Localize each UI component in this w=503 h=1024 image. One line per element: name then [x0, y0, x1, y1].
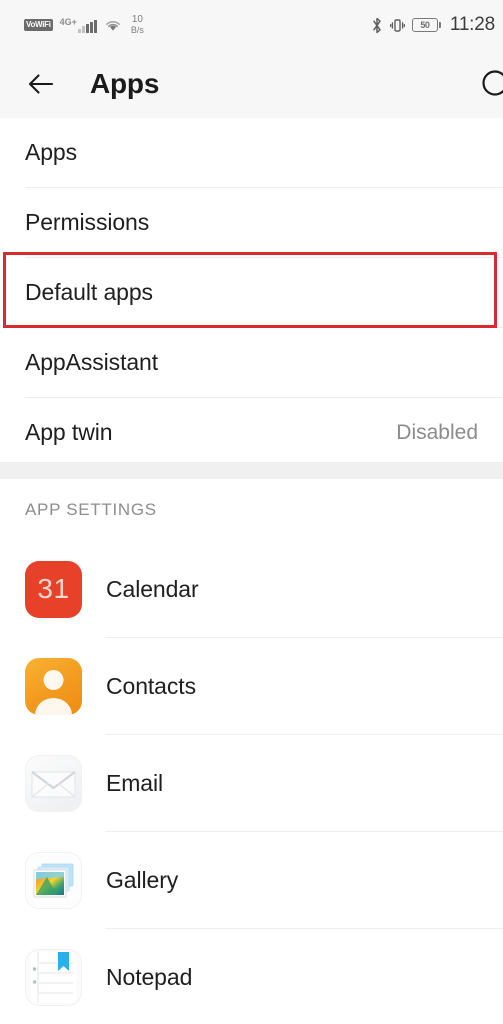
- app-bar: Apps: [0, 50, 503, 118]
- data-rate-unit: B/s: [130, 25, 144, 35]
- wifi-icon: [104, 18, 122, 32]
- section-separator: [0, 462, 503, 479]
- settings-row-appassistant[interactable]: AppAssistant: [0, 328, 503, 397]
- data-rate-value: 10: [131, 14, 143, 25]
- page-title: Apps: [90, 68, 160, 99]
- network-type-label: 4G+: [59, 16, 77, 27]
- app-row-calendar[interactable]: 31 Calendar: [0, 541, 503, 637]
- app-row-label: Gallery: [106, 866, 179, 893]
- settings-row-default-apps[interactable]: Default apps: [0, 258, 503, 327]
- app-row-label: Notepad: [106, 963, 193, 990]
- contacts-icon: [25, 657, 82, 715]
- bluetooth-icon: [371, 17, 383, 34]
- settings-row-label: Permissions: [25, 209, 150, 235]
- settings-row-app-twin[interactable]: App twin Disabled: [0, 398, 503, 467]
- settings-row-label: Default apps: [25, 279, 153, 305]
- status-bar: VoWiFi 4G+ 10 B/s 50 11:28: [0, 0, 503, 50]
- app-settings-list: 31 Calendar Contacts Email Gallery Notep…: [0, 541, 503, 1024]
- phone-screen: VoWiFi 4G+ 10 B/s 50 11:28 Apps Apps Per…: [0, 0, 503, 1024]
- signal-bars-icon: 4G+: [59, 16, 97, 33]
- status-bar-left: VoWiFi 4G+ 10 B/s: [24, 15, 144, 35]
- vibrate-icon: [389, 17, 405, 34]
- settings-row-value: Disabled: [396, 420, 478, 444]
- battery-icon: 50: [411, 18, 441, 32]
- app-row-label: Email: [106, 769, 164, 796]
- app-row-gallery[interactable]: Gallery: [0, 832, 503, 928]
- app-row-label: Contacts: [106, 672, 196, 699]
- settings-row-label: Apps: [25, 139, 78, 165]
- settings-row-label: AppAssistant: [25, 349, 159, 375]
- app-row-label: Calendar: [106, 575, 199, 602]
- gallery-icon: [25, 851, 82, 909]
- search-icon[interactable]: [477, 66, 503, 106]
- email-icon: [25, 754, 82, 812]
- status-bar-right: 50 11:28: [371, 14, 495, 36]
- calendar-icon-date: 31: [37, 573, 70, 604]
- back-arrow-icon[interactable]: [24, 67, 58, 101]
- data-rate-indicator: 10 B/s: [130, 14, 144, 36]
- battery-level-text: 50: [420, 20, 430, 30]
- vowifi-badge: VoWiFi: [24, 19, 53, 31]
- notepad-icon: [25, 948, 82, 1006]
- signal-bars-glyph: [77, 19, 97, 33]
- settings-row-apps[interactable]: Apps: [0, 118, 503, 187]
- section-header-label: APP SETTINGS: [25, 500, 157, 519]
- app-row-email[interactable]: Email: [0, 735, 503, 831]
- settings-list: Apps Permissions Default apps AppAssista…: [0, 118, 503, 467]
- settings-row-label: App twin: [25, 419, 113, 445]
- calendar-icon: 31: [25, 560, 82, 618]
- settings-row-permissions[interactable]: Permissions: [0, 188, 503, 257]
- section-header-app-settings: APP SETTINGS: [0, 479, 503, 541]
- app-row-contacts[interactable]: Contacts: [0, 638, 503, 734]
- status-bar-clock: 11:28: [449, 14, 495, 35]
- app-row-notepad[interactable]: Notepad: [0, 929, 503, 1024]
